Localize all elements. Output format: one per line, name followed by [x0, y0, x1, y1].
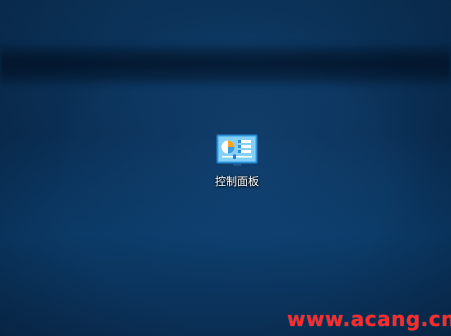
- desktop-icon-label: 控制面板: [215, 175, 259, 188]
- wallpaper-light-band: [0, 42, 451, 88]
- desktop-background: 控制面板 www.acang.cn: [0, 0, 451, 336]
- desktop-icon-control-panel[interactable]: 控制面板: [200, 130, 274, 196]
- control-panel-icon: [216, 134, 258, 166]
- watermark-text: www.acang.cn: [287, 307, 451, 331]
- watermark: www.acang.cn: [287, 307, 451, 333]
